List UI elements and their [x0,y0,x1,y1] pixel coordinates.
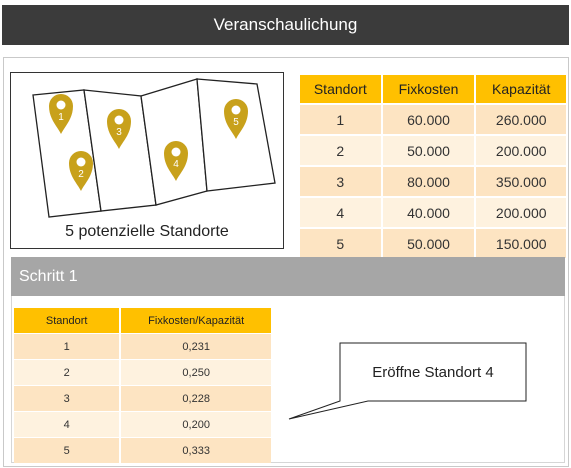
callout-text: Eröffne Standort 4 [372,363,494,381]
cell: 0,200 [119,412,271,437]
cell: 200.000 [474,198,566,227]
pin-label: 4 [173,159,179,170]
cell: 0,231 [119,334,271,359]
cell: 0,333 [119,438,271,463]
cell: 4 [14,412,120,437]
col-fixkosten-kapazitaet: Fixkosten/Kapazität [119,308,271,333]
cell: 2 [14,360,120,385]
cell: 150.000 [474,229,566,258]
table-row: 1 0,231 [14,334,271,359]
cell: 4 [300,198,381,227]
table-row: 1 60.000 260.000 [300,105,566,134]
pin-label: 5 [233,117,239,128]
table-row: 5 50.000 150.000 [300,229,566,258]
cell: 80.000 [380,167,475,196]
cell: 40.000 [380,198,475,227]
cell: 260.000 [474,105,566,134]
cell: 3 [14,386,120,411]
step-header: Schritt 1 [11,257,565,296]
cell: 0,228 [119,386,271,411]
table-row: 2 0,250 [14,360,271,385]
cell: 3 [300,167,381,196]
map-illustration: 1 2 3 4 5 5 potenzielle Standorte [10,72,284,249]
table-row: 3 0,228 [14,386,271,411]
step-title: Schritt 1 [19,267,78,285]
ratio-table: Standort Fixkosten/Kapazität 1 0,231 2 0… [14,307,271,464]
cell: 50.000 [380,229,475,258]
table-row: 3 80.000 350.000 [300,167,566,196]
col-fixkosten: Fixkosten [380,75,475,103]
locations-table: Standort Fixkosten Kapazität 1 60.000 26… [300,73,566,260]
table-row: 4 0,200 [14,412,271,437]
pin-label: 3 [116,127,122,138]
cell: 50.000 [380,136,475,165]
table-row: 2 50.000 200.000 [300,136,566,165]
col-kapazitaet: Kapazität [474,75,566,103]
cell: 1 [300,105,381,134]
pin-label: 1 [58,112,64,123]
cell: 350.000 [474,167,566,196]
table-header-row: Standort Fixkosten/Kapazität [14,308,271,333]
folded-map-icon: 1 2 3 4 5 [32,78,276,218]
title-bar: Veranschaulichung [2,5,569,45]
col-standort: Standort [300,75,381,103]
table-row: 4 40.000 200.000 [300,198,566,227]
table-header-row: Standort Fixkosten Kapazität [300,75,566,103]
table-row: 5 0,333 [14,438,271,463]
cell: 0,250 [119,360,271,385]
page-title: Veranschaulichung [213,15,358,34]
cell: 1 [14,334,120,359]
cell: 2 [300,136,381,165]
cell: 5 [14,438,120,463]
cell: 5 [300,229,381,258]
cell: 60.000 [380,105,475,134]
map-caption: 5 potenzielle Standorte [65,223,229,240]
pin-label: 2 [78,169,84,180]
cell: 200.000 [474,136,566,165]
col-standort: Standort [14,308,120,333]
